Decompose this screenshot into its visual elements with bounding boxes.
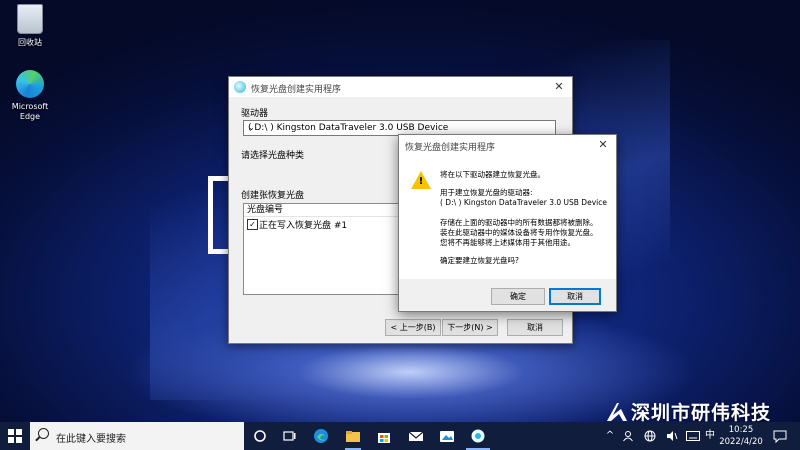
task-view-icon[interactable] xyxy=(281,428,297,444)
warning-exclamation: ! xyxy=(418,176,424,187)
desktop-icon-label: Microsoft Edge xyxy=(11,102,49,121)
keyboard-icon[interactable] xyxy=(686,430,700,442)
cortana-icon[interactable] xyxy=(252,428,268,444)
photos-icon[interactable] xyxy=(439,428,455,444)
dialog-title: 恢复光盘创建实用程序 xyxy=(405,143,496,153)
taskbar-search-box[interactable]: 在此键入要搜索 xyxy=(30,422,244,450)
watermark-logo-icon xyxy=(607,403,627,421)
search-icon xyxy=(38,428,49,439)
clock-date: 2022/4/20 xyxy=(719,437,763,447)
drive-label: 驱动器 xyxy=(241,109,269,119)
volume-icon[interactable] xyxy=(666,430,678,442)
dialog-drive-line: ( D:\ ) Kingston DataTraveler 3.0 USB De… xyxy=(440,198,607,207)
dialog-footer: 确定 取消 xyxy=(399,279,616,311)
wizard-title: 恢复光盘创建实用程序 xyxy=(251,85,342,95)
taskbar: 在此键入要搜索 ^ 中 10:25 2022/4/20 xyxy=(0,422,800,450)
notification-icon[interactable] xyxy=(773,429,787,443)
edge-icon xyxy=(16,70,44,98)
dialog-message-line: 装在此驱动器中的媒体设备将专用作恢复光盘。 xyxy=(440,228,598,237)
recovery-app-icon xyxy=(234,81,246,93)
desktop: 回收站 Microsoft Edge 恢复光盘创建实用程序 ✕ 驱动器 ( D:… xyxy=(0,0,800,422)
desktop-icon-label: 回收站 xyxy=(18,38,42,47)
clock-time: 10:25 xyxy=(728,425,754,435)
watermark-text: 深圳市研伟科技 xyxy=(631,402,772,422)
wizard-titlebar[interactable]: 恢复光盘创建实用程序 ✕ xyxy=(229,77,572,97)
back-button[interactable]: < 上一步(B) xyxy=(385,319,441,336)
dialog-message-line: 用于建立恢复光盘的驱动器: xyxy=(440,188,533,197)
close-icon[interactable]: ✕ xyxy=(596,138,610,152)
recovery-app-icon[interactable] xyxy=(470,428,486,444)
disc-type-label: 请选择光盘种类 xyxy=(241,151,305,161)
dialog-cancel-button[interactable]: 取消 xyxy=(549,288,601,305)
chevron-down-icon: ⌄ xyxy=(248,123,255,132)
dialog-question: 确定要建立恢复光盘吗? xyxy=(440,256,519,265)
recycle-bin-icon xyxy=(17,4,43,34)
ime-indicator[interactable]: 中 xyxy=(704,429,716,443)
create-count-label: 创建张恢复光盘 xyxy=(241,191,305,201)
disc-checkbox[interactable]: ✓ xyxy=(247,219,258,230)
search-placeholder: 在此键入要搜索 xyxy=(56,434,126,445)
dialog-message-line: 您将不再能够将上述媒体用于其他用途。 xyxy=(440,238,575,247)
confirm-dialog: 恢复光盘创建实用程序 ✕ ! 将在以下驱动器建立恢复光盘。 用于建立恢复光盘的驱… xyxy=(398,134,617,312)
tray-chevron-up-icon[interactable]: ^ xyxy=(604,429,616,443)
store-icon[interactable] xyxy=(376,428,392,444)
close-icon[interactable]: ✕ xyxy=(552,80,566,94)
dialog-message-line: 将在以下驱动器建立恢复光盘。 xyxy=(440,170,545,179)
dialog-titlebar[interactable]: 恢复光盘创建实用程序 ✕ xyxy=(399,135,616,155)
windows-start-icon[interactable] xyxy=(8,429,22,443)
dialog-message-line: 存储在上面的驱动器中的所有数据都将被删除。 xyxy=(440,218,598,227)
list-item: 正在写入恢复光盘 #1 xyxy=(259,221,348,231)
next-button[interactable]: 下一步(N) > xyxy=(442,319,498,336)
edge-icon[interactable] xyxy=(313,428,329,444)
network-globe-icon[interactable] xyxy=(644,430,656,442)
mail-icon[interactable] xyxy=(408,428,424,444)
file-explorer-icon[interactable] xyxy=(345,428,361,444)
desktop-icon-recycle-bin[interactable]: 回收站 xyxy=(0,4,60,48)
taskbar-clock[interactable]: 10:25 2022/4/20 xyxy=(718,424,764,448)
ok-button[interactable]: 确定 xyxy=(491,288,545,305)
people-icon[interactable] xyxy=(622,430,634,442)
cancel-button[interactable]: 取消 xyxy=(507,319,563,336)
desktop-icon-edge[interactable]: Microsoft Edge xyxy=(0,70,66,122)
watermark: 深圳市研伟科技 xyxy=(605,398,771,422)
